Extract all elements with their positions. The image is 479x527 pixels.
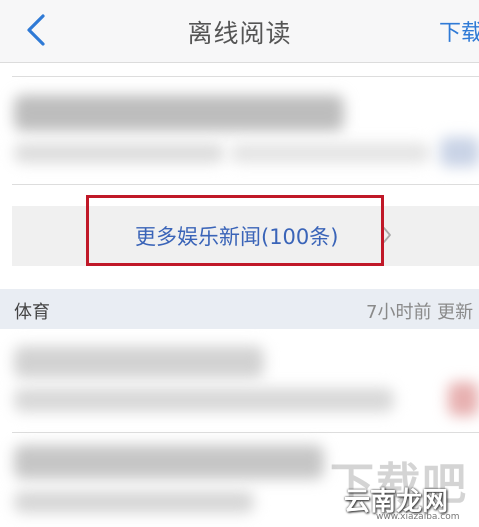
blurred-subline (14, 388, 394, 412)
more-link-label: 更多娱乐新闻(100条) (135, 225, 339, 249)
section-header-sports: 体育 7小时前 更新 (0, 289, 479, 329)
watermark-url: www.xiazaiba.com (376, 512, 460, 522)
blurred-subline (14, 143, 224, 163)
news-item-blurred[interactable] (0, 330, 479, 430)
more-entertainment-news-link[interactable]: 更多娱乐新闻(100条) (12, 206, 479, 266)
top-nav-bar: 离线阅读 下载 (0, 0, 479, 63)
download-button[interactable]: 下载 (439, 15, 479, 47)
blurred-headline (14, 95, 344, 131)
news-item-blurred[interactable] (0, 77, 479, 182)
section-updated-time: 7小时前 更新 (366, 302, 474, 323)
blurred-meta (230, 143, 430, 163)
blurred-thumbnail (440, 137, 479, 167)
blurred-headline (14, 346, 264, 378)
blurred-thumbnail (448, 382, 479, 416)
site-watermark: 下载吧 云南龙网 www.xiazaiba.com (312, 448, 479, 527)
section-title: 体育 (14, 302, 50, 323)
chevron-right-icon (383, 227, 391, 243)
blurred-subline (14, 491, 254, 513)
blurred-headline (14, 445, 324, 479)
page-title: 离线阅读 (187, 19, 292, 48)
divider (12, 184, 479, 185)
